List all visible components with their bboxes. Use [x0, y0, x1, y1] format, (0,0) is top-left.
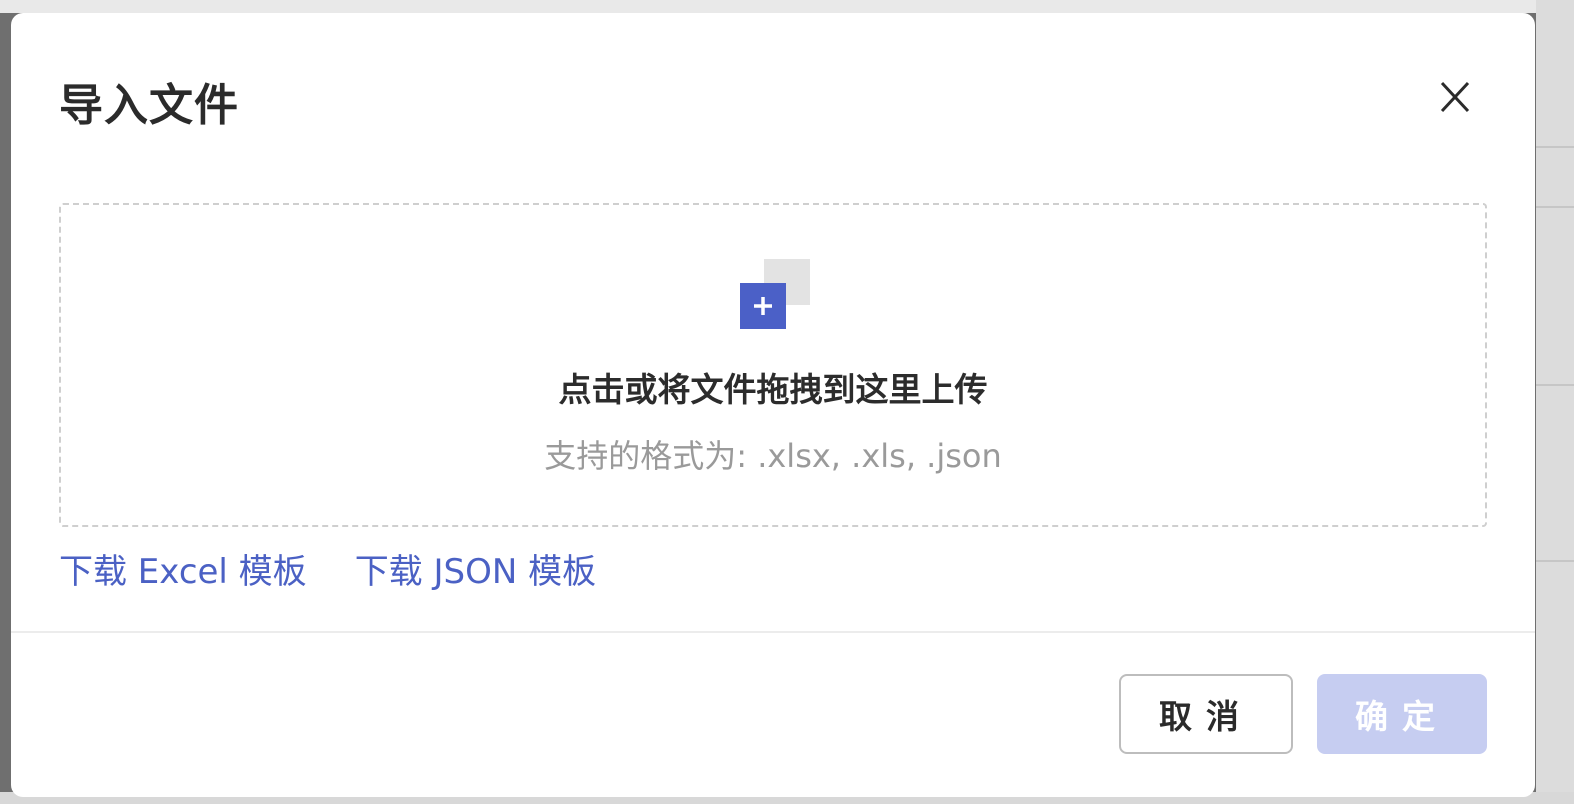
dialog-title: 导入文件 — [59, 80, 239, 131]
plus-icon — [754, 297, 772, 315]
download-excel-template-link[interactable]: 下载 Excel 模板 — [59, 544, 307, 593]
dialog-header: 导入文件 — [11, 13, 1535, 183]
backdrop-top-edge — [0, 0, 1574, 13]
template-links: 下载 Excel 模板 下载 JSON 模板 — [59, 543, 596, 593]
supported-formats-hint: 支持的格式为: .xlsx, .xls, .json — [544, 437, 1002, 475]
close-icon — [1440, 81, 1470, 113]
confirm-button[interactable]: 确定 — [1317, 674, 1487, 754]
footer-divider — [11, 631, 1535, 633]
backdrop-divider — [1536, 206, 1574, 208]
backdrop-divider — [1536, 560, 1574, 562]
import-file-dialog: 导入文件 点击或将文件拖拽到这里上传 支持的格式为: .xlsx, .xls, … — [11, 13, 1535, 797]
backdrop-right-panel — [1536, 0, 1574, 804]
plus-square — [740, 283, 786, 329]
dropzone-instruction: 点击或将文件拖拽到这里上传 — [558, 370, 988, 409]
backdrop-divider — [1536, 146, 1574, 148]
add-file-icon — [740, 259, 812, 331]
cancel-button[interactable]: 取消 — [1119, 674, 1293, 754]
close-button[interactable] — [1429, 71, 1481, 123]
file-dropzone[interactable]: 点击或将文件拖拽到这里上传 支持的格式为: .xlsx, .xls, .json — [59, 203, 1487, 527]
download-json-template-link[interactable]: 下载 JSON 模板 — [355, 544, 596, 593]
backdrop-divider — [1536, 384, 1574, 386]
